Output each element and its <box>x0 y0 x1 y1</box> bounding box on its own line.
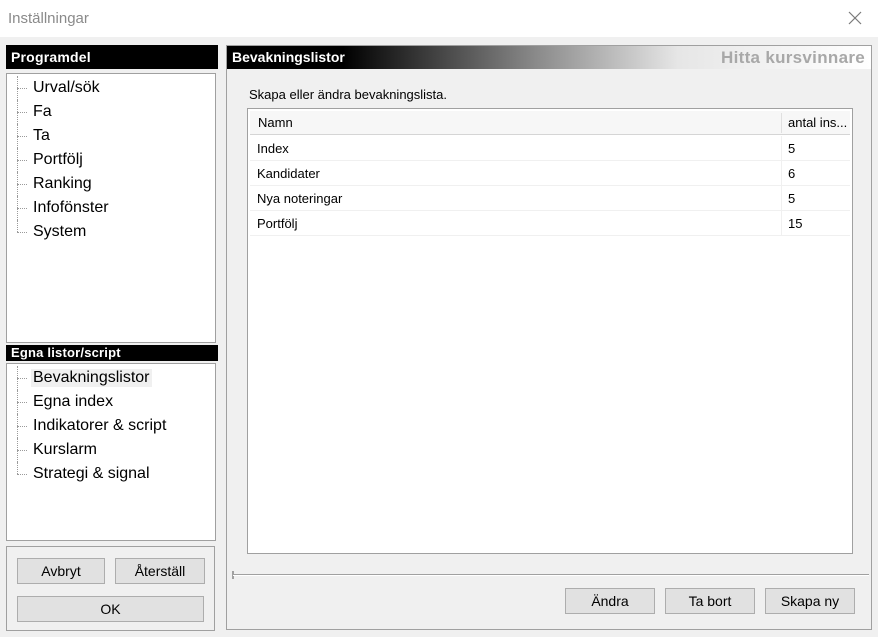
tree-item-label: Strategi & signal <box>33 465 150 482</box>
cell-count: 5 <box>788 141 796 156</box>
tree-item-portfolj[interactable]: Portfölj <box>7 148 197 172</box>
table-row[interactable]: Kandidater 6 <box>250 161 850 186</box>
tree-item-kurslarm[interactable]: Kurslarm <box>7 438 197 462</box>
table-row[interactable]: Portfölj 15 <box>250 211 850 236</box>
close-icon <box>848 11 862 25</box>
tree-item-urval[interactable]: Urval/sök <box>7 76 197 100</box>
window-title: Inställningar <box>8 10 89 27</box>
left-button-group: Avbryt Återställ OK <box>6 546 215 631</box>
tree-connector <box>17 414 27 438</box>
tree-item-label: Fa <box>33 103 52 120</box>
tree-item-label: Ranking <box>33 175 92 192</box>
tree-item-bevakningslistor[interactable]: Bevakningslistor <box>7 366 197 390</box>
tree-item-label: Bevakningslistor <box>31 369 152 387</box>
cell-count: 15 <box>788 216 803 231</box>
panel-description: Skapa eller ändra bevakningslista. <box>249 87 448 102</box>
table-row[interactable]: Index 5 <box>250 136 850 161</box>
tree-connector <box>17 220 27 244</box>
tree-item-egna-index[interactable]: Egna index <box>7 390 197 414</box>
tree-connector <box>17 100 27 124</box>
programdel-header: Programdel <box>6 45 218 69</box>
tree-item-label: Infofönster <box>33 199 109 216</box>
ok-button[interactable]: OK <box>17 596 204 622</box>
tree-connector <box>17 124 27 148</box>
tree-connector <box>17 366 27 390</box>
delete-button[interactable]: Ta bort <box>665 588 755 614</box>
table-row[interactable]: Nya noteringar 5 <box>250 186 850 211</box>
tree-item-label: Portfölj <box>33 151 83 168</box>
watchlist-table[interactable]: Namn antal ins... Index 5 Kandidater 6 N… <box>247 108 853 554</box>
cell-name: Index <box>257 141 289 156</box>
create-button[interactable]: Skapa ny <box>765 588 855 614</box>
reset-button[interactable]: Återställ <box>115 558 205 584</box>
tree-item-indikatorer[interactable]: Indikatorer & script <box>7 414 197 438</box>
tree-connector <box>17 148 27 172</box>
cell-name: Nya noteringar <box>257 191 343 206</box>
tree-connector <box>17 390 27 414</box>
close-button[interactable] <box>832 0 878 36</box>
programdel-tree[interactable]: Urval/sök Fa Ta Portfölj Ranking Infofön… <box>6 73 216 343</box>
tree-item-label: Urval/sök <box>33 79 100 96</box>
bevakningslistor-panel: Bevakningslistor Hitta kursvinnare Skapa… <box>226 45 872 630</box>
cell-name: Portfölj <box>257 216 298 231</box>
tree-item-label: Kurslarm <box>33 441 98 458</box>
egna-header: Egna listor/script <box>6 345 218 361</box>
tree-item-fa[interactable]: Fa <box>7 100 197 124</box>
tree-item-label: Indikatorer & script <box>33 417 167 434</box>
cell-count: 5 <box>788 191 796 206</box>
cell-count: 6 <box>788 166 796 181</box>
egna-tree[interactable]: Bevakningslistor Egna index Indikatorer … <box>6 363 216 541</box>
edit-button[interactable]: Ändra <box>565 588 655 614</box>
tree-item-label: Egna index <box>33 393 114 410</box>
tree-item-infofonster[interactable]: Infofönster <box>7 196 197 220</box>
table-header: Namn antal ins... <box>250 111 850 135</box>
cell-name: Kandidater <box>257 166 320 181</box>
tree-item-label: System <box>33 223 87 240</box>
tree-item-ta[interactable]: Ta <box>7 124 197 148</box>
column-header-namn[interactable]: Namn <box>250 111 781 135</box>
tree-item-ranking[interactable]: Ranking <box>7 172 197 196</box>
cancel-button[interactable]: Avbryt <box>17 558 105 584</box>
panel-header: Bevakningslistor Hitta kursvinnare <box>227 46 871 69</box>
title-bar: Inställningar <box>0 0 878 37</box>
brand-slogan: Hitta kursvinnare <box>721 48 865 67</box>
tree-item-system[interactable]: System <box>7 220 197 244</box>
column-header-antal[interactable]: antal ins... <box>782 111 850 135</box>
panel-heading: Bevakningslistor <box>232 49 345 65</box>
tree-item-label: Ta <box>33 127 50 144</box>
tree-connector <box>17 438 27 462</box>
tree-item-strategi[interactable]: Strategi & signal <box>7 462 197 486</box>
tree-connector <box>17 196 27 220</box>
panel-separator <box>233 574 869 576</box>
tree-connector <box>17 76 27 100</box>
tree-connector <box>17 172 27 196</box>
tree-connector <box>17 462 27 486</box>
